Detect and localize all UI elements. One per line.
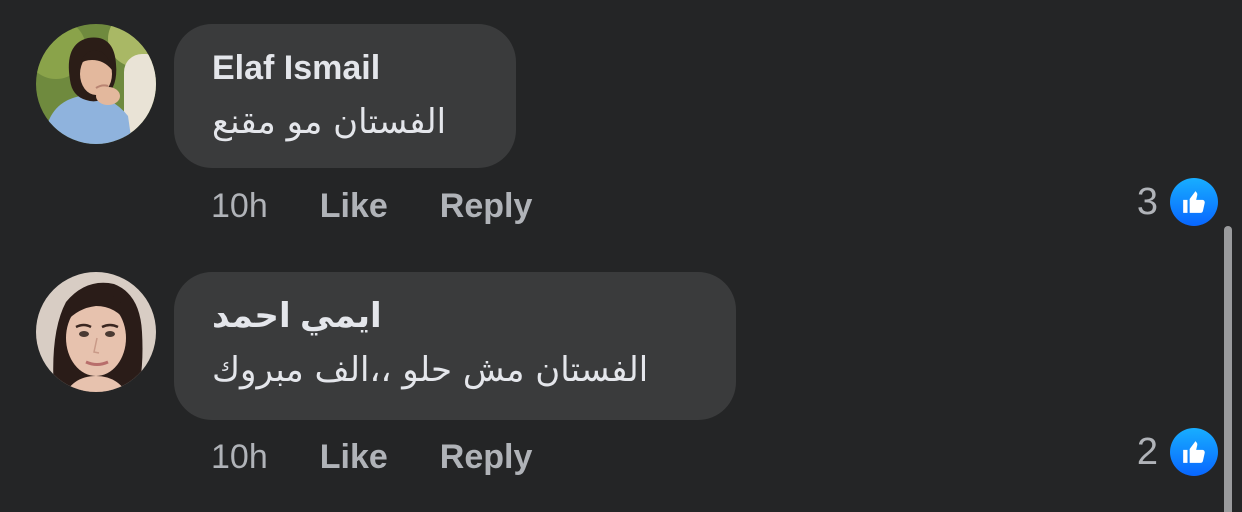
reaction-summary[interactable]: 3 xyxy=(1137,178,1218,226)
avatar[interactable] xyxy=(36,272,156,392)
comment-text: الفستان مو مقنع xyxy=(212,102,447,142)
comment-author[interactable]: ايمي احمد xyxy=(212,296,698,336)
comment-bubble: ايمي احمد الفستان مش حلو ،،الف مبروك xyxy=(174,272,736,420)
thumbs-up-icon xyxy=(1170,428,1218,476)
avatar[interactable] xyxy=(36,24,156,144)
comment-timestamp[interactable]: 10h xyxy=(211,186,268,226)
comment-actions: 10h Like Reply xyxy=(211,437,532,477)
comment-bubble: Elaf Ismail الفستان مو مقنع xyxy=(174,24,516,168)
comment-text: الفستان مش حلو ،،الف مبروك xyxy=(212,350,649,390)
comments-section: Elaf Ismail الفستان مو مقنع 10h Like Rep… xyxy=(0,0,1242,512)
scrollbar-thumb[interactable] xyxy=(1224,226,1232,512)
avatar-photo xyxy=(36,272,156,392)
comment-timestamp[interactable]: 10h xyxy=(211,437,268,477)
reaction-count: 2 xyxy=(1136,431,1158,473)
comment-author[interactable]: Elaf Ismail xyxy=(212,48,478,88)
like-button[interactable]: Like xyxy=(320,186,388,226)
reaction-summary[interactable]: 2 xyxy=(1137,428,1218,476)
avatar-photo xyxy=(36,24,156,144)
thumbs-up-icon xyxy=(1170,178,1218,226)
comment-actions: 10h Like Reply xyxy=(211,186,532,226)
like-button[interactable]: Like xyxy=(320,437,388,477)
reply-button[interactable]: Reply xyxy=(440,437,533,477)
reply-button[interactable]: Reply xyxy=(440,186,533,226)
reaction-count: 3 xyxy=(1136,181,1158,223)
